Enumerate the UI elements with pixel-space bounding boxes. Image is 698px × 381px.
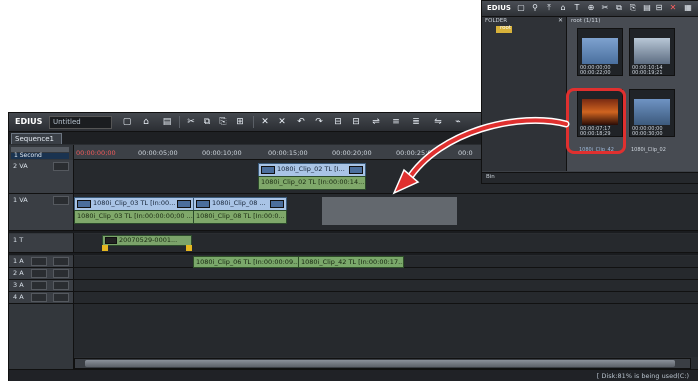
drag-arrow-outline bbox=[404, 116, 570, 184]
drag-arrow-overlay bbox=[392, 116, 570, 195]
